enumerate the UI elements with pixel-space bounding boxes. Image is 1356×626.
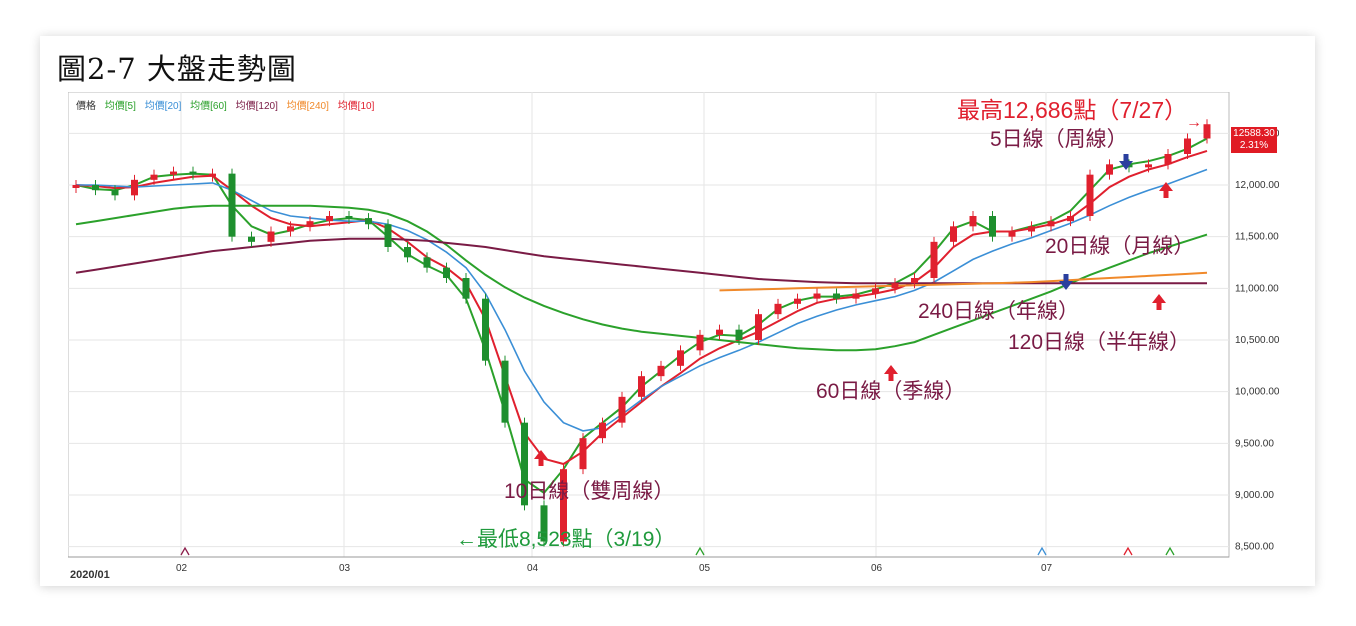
current-price-badge: 12588.30 2.31% [1231,127,1277,153]
chart-legend: 價格 均價[5] 均價[20] 均價[60] 均價[120] 均價[240] 均… [76,97,380,112]
candle-body [872,288,879,294]
y-tick-label: 11,000.00 [1235,283,1279,294]
legend-item-ma20: 均價[20] [144,101,182,112]
candle-body [365,218,372,225]
candle-body [1086,174,1094,216]
annotation-ma5: 5日線（周線） [990,128,1128,151]
candle-body [852,293,860,299]
candle-body [1164,154,1172,165]
annotation-ma120: 120日線（半年線） [1008,331,1191,354]
x-tick-label: 02 [176,563,188,574]
candle-body [833,293,840,299]
annotation-ma240: 240日線（年線） [918,300,1080,323]
legend-item-ma240: 均價[240] [286,101,329,112]
x-start-label: 2020/01 [70,569,110,581]
annotation-high-arrow: → [1186,114,1202,131]
candle-body [969,216,977,227]
candle-body [1106,164,1113,175]
candle-body [1184,138,1191,154]
candle-body [170,171,177,175]
candle-body [579,438,587,470]
candle-body [1008,231,1016,237]
candle-body [443,267,450,278]
candle-body [891,283,899,289]
candle-body [1203,124,1211,139]
candle-body [131,179,138,196]
x-tick-label: 06 [871,563,883,574]
candle-body [930,241,938,278]
candle-body [794,298,801,304]
figure-title: 圖2-7 大盤走勢圖 [57,52,297,86]
current-change: 2.31% [1239,140,1269,151]
current-price: 12588.30 [1233,128,1275,139]
legend-item-price: 價格 [76,101,96,112]
candle-body [384,224,392,247]
candle-body [716,329,723,335]
legend-item-ma10: 均價[10] [337,101,375,112]
y-tick-label: 10,500.00 [1235,335,1280,346]
candle-body [755,314,762,340]
legend-item-ma120: 均價[120] [235,101,278,112]
candle-body [696,334,704,351]
candle-body [345,216,353,219]
y-tick-label: 9,000.00 [1235,490,1274,501]
y-tick-label: 11,500.00 [1235,232,1279,243]
candle-body [287,226,294,232]
y-tick-label: 10,000.00 [1235,387,1280,398]
y-tick-label: 12,000.00 [1235,180,1280,191]
x-tick-label: 07 [1041,563,1053,574]
candle-body [735,329,743,340]
annotation-ma60: 60日線（季線） [816,380,966,403]
x-tick-label: 05 [699,563,711,574]
candle-body [1145,164,1152,168]
candle-body [657,365,665,377]
candle-body [248,236,255,242]
annotation-high: 最高12,686點（7/27） [957,97,1188,123]
x-tick-label: 04 [527,563,539,574]
candle-body [1047,221,1055,227]
candle-body [111,190,119,196]
candle-body [228,173,236,237]
candle-body [677,350,684,366]
candle-body [189,171,197,175]
candle-body [209,173,216,177]
legend-item-ma60: 均價[60] [190,101,227,112]
candle-body [462,278,470,299]
candle-body [501,360,509,423]
legend-item-ma5: 均價[5] [104,101,136,112]
candle-body [150,174,158,180]
candle-body [326,216,333,222]
candle-body [482,298,489,361]
y-tick-label: 8,500.00 [1235,542,1274,553]
candle-body [599,422,606,439]
candle-body [989,216,996,237]
candle-body [911,278,918,284]
candle-body [618,396,626,423]
annotation-ma10: 10日線（雙周線） [504,480,675,503]
candle-body [306,221,314,227]
y-tick-label: 9,500.00 [1235,438,1274,449]
candle-body [950,226,957,242]
candle-body [1067,216,1074,222]
annotation-ma20: 20日線（月線） [1045,235,1195,258]
candle-body [1028,226,1035,232]
candle-body [423,257,431,268]
candle-body [774,303,782,315]
candle-body [404,247,411,258]
candle-body [638,376,645,397]
candle-body [813,293,821,299]
candle-body [92,185,99,191]
candle-body [267,231,275,242]
candle-body [72,185,80,188]
annotation-low: ←最低8,523點（3/19） [456,528,676,551]
x-tick-label: 03 [339,563,351,574]
